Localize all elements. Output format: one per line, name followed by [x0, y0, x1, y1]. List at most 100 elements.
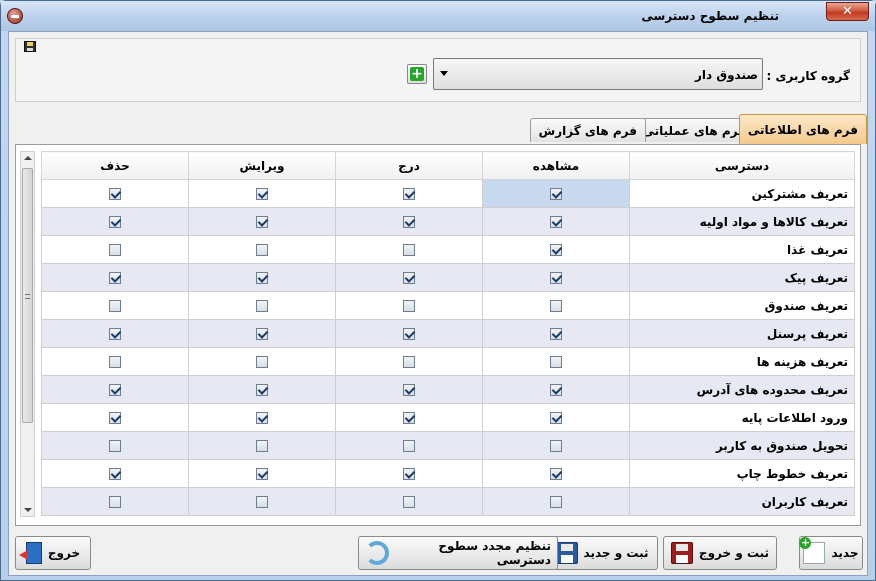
- table-row[interactable]: تعریف هزینه ها: [41, 347, 855, 376]
- cell-delete[interactable]: [41, 263, 189, 292]
- view-checkbox[interactable]: [550, 440, 562, 452]
- cell-view[interactable]: [482, 459, 630, 488]
- cell-insert[interactable]: [335, 403, 483, 432]
- exit-button[interactable]: خروج: [15, 536, 91, 570]
- col-delete[interactable]: حذف: [41, 151, 189, 180]
- table-row[interactable]: تعریف پیک: [41, 263, 855, 292]
- insert-checkbox[interactable]: [403, 300, 415, 312]
- cell-edit[interactable]: [188, 431, 336, 460]
- view-checkbox[interactable]: [550, 384, 562, 396]
- cell-view[interactable]: [482, 179, 630, 208]
- table-row[interactable]: تعریف خطوط چاپ: [41, 459, 855, 488]
- col-view[interactable]: مشاهده: [482, 151, 630, 180]
- cell-delete[interactable]: [41, 179, 189, 208]
- scroll-down-icon[interactable]: [24, 508, 32, 512]
- cell-insert[interactable]: [335, 487, 483, 516]
- cell-view[interactable]: [482, 347, 630, 376]
- new-button[interactable]: جدید: [799, 536, 863, 570]
- delete-checkbox[interactable]: [109, 188, 121, 200]
- cell-insert[interactable]: [335, 207, 483, 236]
- app-icon[interactable]: [7, 8, 23, 24]
- edit-checkbox[interactable]: [256, 440, 268, 452]
- tab-info-forms[interactable]: فرم های اطلاعاتی: [738, 114, 867, 144]
- edit-checkbox[interactable]: [256, 328, 268, 340]
- cell-insert[interactable]: [335, 263, 483, 292]
- insert-checkbox[interactable]: [403, 468, 415, 480]
- insert-checkbox[interactable]: [403, 412, 415, 424]
- chevron-down-icon[interactable]: [440, 71, 448, 76]
- view-checkbox[interactable]: [550, 188, 562, 200]
- cell-insert[interactable]: [335, 375, 483, 404]
- cell-view[interactable]: [482, 263, 630, 292]
- delete-checkbox[interactable]: [109, 412, 121, 424]
- tab-report-forms[interactable]: فرم های گزارش: [529, 118, 646, 142]
- cell-edit[interactable]: [188, 319, 336, 348]
- cell-view[interactable]: [482, 431, 630, 460]
- cell-delete[interactable]: [41, 347, 189, 376]
- table-row[interactable]: تعریف مشترکین: [41, 179, 855, 208]
- cell-delete[interactable]: [41, 431, 189, 460]
- table-row[interactable]: تعریف صندوق: [41, 291, 855, 320]
- cell-edit[interactable]: [188, 347, 336, 376]
- view-checkbox[interactable]: [550, 272, 562, 284]
- delete-checkbox[interactable]: [109, 300, 121, 312]
- cell-insert[interactable]: [335, 319, 483, 348]
- cell-edit[interactable]: [188, 179, 336, 208]
- cell-view[interactable]: [482, 375, 630, 404]
- insert-checkbox[interactable]: [403, 328, 415, 340]
- cell-insert[interactable]: [335, 459, 483, 488]
- cell-edit[interactable]: [188, 291, 336, 320]
- cell-view[interactable]: [482, 207, 630, 236]
- insert-checkbox[interactable]: [403, 440, 415, 452]
- insert-checkbox[interactable]: [403, 244, 415, 256]
- view-checkbox[interactable]: [550, 468, 562, 480]
- cell-view[interactable]: [482, 319, 630, 348]
- cell-insert[interactable]: [335, 179, 483, 208]
- tab-operational-forms[interactable]: فرم های عملیاتی: [633, 118, 755, 142]
- view-checkbox[interactable]: [550, 300, 562, 312]
- cell-view[interactable]: [482, 291, 630, 320]
- view-checkbox[interactable]: [550, 216, 562, 228]
- view-checkbox[interactable]: [550, 412, 562, 424]
- insert-checkbox[interactable]: [403, 188, 415, 200]
- cell-delete[interactable]: [41, 207, 189, 236]
- edit-checkbox[interactable]: [256, 468, 268, 480]
- delete-checkbox[interactable]: [109, 468, 121, 480]
- cell-edit[interactable]: [188, 263, 336, 292]
- title-bar[interactable]: تنظیم سطوح دسترسی ✕: [1, 1, 875, 31]
- cell-edit[interactable]: [188, 375, 336, 404]
- cell-delete[interactable]: [41, 459, 189, 488]
- delete-checkbox[interactable]: [109, 356, 121, 368]
- insert-checkbox[interactable]: [403, 496, 415, 508]
- table-row[interactable]: ورود اطلاعات پایه: [41, 403, 855, 432]
- cell-delete[interactable]: [41, 487, 189, 516]
- edit-checkbox[interactable]: [256, 300, 268, 312]
- cell-edit[interactable]: [188, 207, 336, 236]
- cell-delete[interactable]: [41, 375, 189, 404]
- user-group-select[interactable]: صندوق دار: [433, 58, 763, 90]
- cell-delete[interactable]: [41, 291, 189, 320]
- delete-checkbox[interactable]: [109, 272, 121, 284]
- edit-checkbox[interactable]: [256, 356, 268, 368]
- edit-checkbox[interactable]: [256, 272, 268, 284]
- edit-checkbox[interactable]: [256, 216, 268, 228]
- cell-view[interactable]: [482, 487, 630, 516]
- save-new-button[interactable]: ثبت و جدید: [546, 536, 658, 570]
- cell-view[interactable]: [482, 235, 630, 264]
- cell-edit[interactable]: [188, 459, 336, 488]
- col-access[interactable]: دسترسی: [629, 151, 855, 180]
- delete-checkbox[interactable]: [109, 440, 121, 452]
- delete-checkbox[interactable]: [109, 496, 121, 508]
- cell-view[interactable]: [482, 403, 630, 432]
- view-checkbox[interactable]: [550, 496, 562, 508]
- delete-checkbox[interactable]: [109, 216, 121, 228]
- cell-delete[interactable]: [41, 319, 189, 348]
- view-checkbox[interactable]: [550, 328, 562, 340]
- table-row[interactable]: تعریف غذا: [41, 235, 855, 264]
- insert-checkbox[interactable]: [403, 384, 415, 396]
- reset-access-button[interactable]: تنظیم مجدد سطوح دسترسی: [358, 536, 558, 570]
- scroll-up-icon[interactable]: [24, 156, 32, 160]
- insert-checkbox[interactable]: [403, 272, 415, 284]
- edit-checkbox[interactable]: [256, 188, 268, 200]
- vertical-scrollbar[interactable]: [20, 151, 35, 517]
